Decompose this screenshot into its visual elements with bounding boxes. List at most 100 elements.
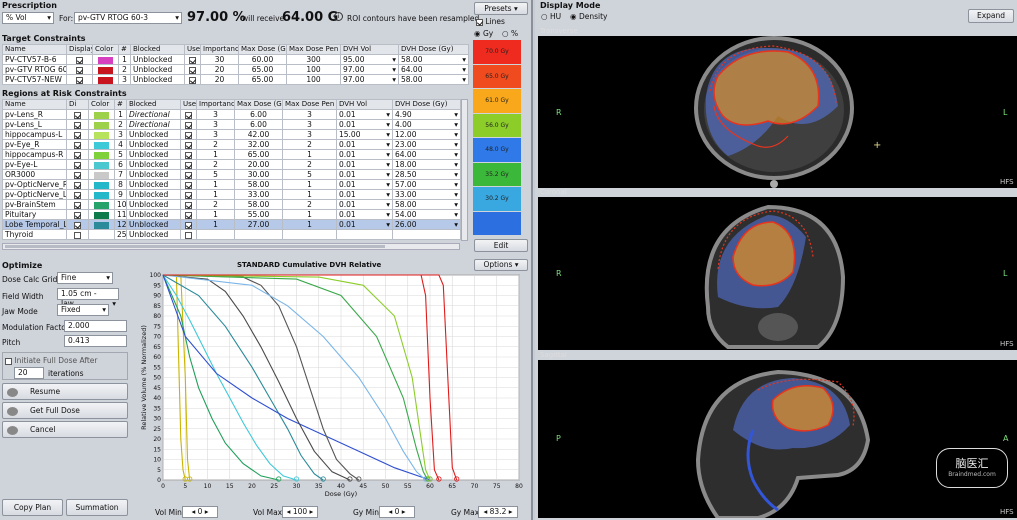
oar-use-toggle[interactable] — [180, 209, 197, 220]
isodose-level[interactable]: 35.2 Gy — [473, 162, 521, 186]
oar-dvh-vol-cell[interactable]: 0.01 ▾ — [336, 219, 393, 230]
oar-dvh-dose-cell[interactable]: 4.00 ▾ — [392, 119, 461, 130]
use-checkbox[interactable] — [185, 191, 192, 199]
oar-importance-cell[interactable]: 2 — [196, 159, 235, 170]
target-header-cell[interactable]: DVH Dose (Gy) — [398, 44, 469, 55]
target-max-pen-cell[interactable]: 100 — [286, 64, 341, 75]
oar-blocked-cell[interactable]: Unblocked — [126, 199, 181, 210]
oar-importance-cell[interactable]: 3 — [196, 119, 235, 130]
lines-checkbox[interactable]: Lines — [476, 17, 505, 26]
display-checkbox[interactable] — [76, 66, 83, 74]
oar-use-toggle[interactable] — [180, 139, 197, 150]
use-checkbox[interactable] — [185, 211, 192, 219]
use-checkbox[interactable] — [185, 171, 192, 179]
target-header-cell[interactable]: # — [118, 44, 131, 55]
oar-display-toggle[interactable] — [66, 139, 89, 150]
oar-dvh-vol-cell[interactable]: 0.01 ▾ — [336, 149, 393, 160]
oar-max-dose-cell[interactable]: 58.00 — [234, 199, 283, 210]
display-checkbox[interactable] — [74, 131, 81, 139]
oar-max-dose-cell[interactable]: 6.00 — [234, 119, 283, 130]
expand-button[interactable]: Expand — [968, 9, 1014, 23]
oar-dvh-dose-cell[interactable]: 4.90 ▾ — [392, 109, 461, 120]
use-checkbox[interactable] — [185, 111, 192, 119]
oar-display-toggle[interactable] — [66, 229, 89, 240]
vol-min-stepper[interactable]: ◂ 0 ▸ — [182, 506, 218, 518]
target-display-toggle[interactable] — [66, 54, 93, 65]
oar-header-cell[interactable]: Color — [88, 99, 115, 110]
oar-dvh-dose-cell[interactable]: 54.00 ▾ — [392, 209, 461, 220]
oar-importance-cell[interactable]: 3 — [196, 109, 235, 120]
oar-dvh-dose-cell[interactable]: 26.00 ▾ — [392, 219, 461, 230]
use-checkbox[interactable] — [185, 161, 192, 169]
target-header-cell[interactable]: Max Dose (Gy) — [238, 44, 287, 55]
oar-dvh-vol-cell[interactable]: 0.01 ▾ — [336, 139, 393, 150]
oar-blocked-cell[interactable]: Unblocked — [126, 219, 181, 230]
target-max-dose-cell[interactable]: 60.00 — [238, 54, 287, 65]
use-checkbox[interactable] — [189, 56, 196, 64]
use-checkbox[interactable] — [185, 231, 192, 239]
oar-display-toggle[interactable] — [66, 149, 89, 160]
oar-max-dose-cell[interactable]: 32.00 — [234, 139, 283, 150]
target-header-cell[interactable]: Blocked — [130, 44, 185, 55]
display-checkbox[interactable] — [74, 161, 81, 169]
target-dvh-vol-cell[interactable]: 95.00 ▾ — [340, 54, 399, 65]
oar-blocked-cell[interactable]: Unblocked — [126, 159, 181, 170]
oar-blocked-cell[interactable]: Unblocked — [126, 229, 181, 240]
oar-header-cell[interactable]: DVH Dose (Gy) — [392, 99, 461, 110]
oar-color-cell[interactable] — [88, 229, 115, 240]
oar-max-pen-cell[interactable]: 5 — [282, 169, 337, 180]
oar-header-cell[interactable]: Di — [66, 99, 89, 110]
display-checkbox[interactable] — [74, 171, 81, 179]
oar-color-cell[interactable] — [88, 189, 115, 200]
pitch-input[interactable]: 0.413 — [64, 335, 127, 347]
oar-dvh-dose-cell[interactable]: 12.00 ▾ — [392, 129, 461, 140]
target-use-toggle[interactable] — [184, 74, 201, 85]
oar-dvh-vol-cell[interactable]: 0.01 ▾ — [336, 189, 393, 200]
oar-max-dose-cell[interactable]: 20.00 — [234, 159, 283, 170]
oar-header-cell[interactable]: Blocked — [126, 99, 181, 110]
jaw-mode-select[interactable]: Fixed ▾ — [57, 304, 109, 316]
target-blocked-cell[interactable]: Unblocked — [130, 74, 185, 85]
oar-color-cell[interactable] — [88, 179, 115, 190]
oar-color-cell[interactable] — [88, 159, 115, 170]
copy-plan-button[interactable]: Copy Plan — [2, 499, 63, 516]
target-importance-cell[interactable]: 30 — [200, 54, 239, 65]
modulation-factor-input[interactable]: 2.000 — [64, 320, 127, 332]
oar-dvh-dose-cell[interactable]: 57.00 ▾ — [392, 179, 461, 190]
iterations-input[interactable]: 20 — [14, 367, 44, 379]
oar-use-toggle[interactable] — [180, 219, 197, 230]
target-blocked-cell[interactable]: Unblocked — [130, 54, 185, 65]
display-checkbox[interactable] — [74, 221, 81, 229]
target-display-toggle[interactable] — [66, 74, 93, 85]
display-checkbox[interactable] — [74, 211, 81, 219]
oar-importance-cell[interactable]: 1 — [196, 179, 235, 190]
oar-row[interactable]: pv-Lens_L 2 Directional 3 6.00 3 0.01 ▾ 4.00 ▾ — [2, 119, 461, 130]
oar-table-hscrollbar[interactable] — [2, 243, 460, 250]
oar-row[interactable]: Pituitary 11 Unblocked 1 55.00 1 0.01 ▾ 54.00 ▾ — [2, 209, 461, 220]
oar-color-cell[interactable] — [88, 109, 115, 120]
summation-button[interactable]: Summation — [66, 499, 128, 516]
cancel-button[interactable]: Cancel — [2, 421, 128, 438]
oar-display-toggle[interactable] — [66, 219, 89, 230]
oar-color-cell[interactable] — [88, 119, 115, 130]
oar-max-dose-cell[interactable] — [234, 229, 283, 240]
target-dvh-dose-cell[interactable]: 64.00 ▾ — [398, 64, 469, 75]
oar-max-dose-cell[interactable]: 30.00 — [234, 169, 283, 180]
oar-use-toggle[interactable] — [180, 229, 197, 240]
oar-max-pen-cell[interactable]: 3 — [282, 109, 337, 120]
oar-dvh-dose-cell[interactable] — [392, 229, 461, 240]
oar-header-cell[interactable]: Name — [2, 99, 67, 110]
isodose-level[interactable]: 48.0 Gy — [473, 138, 521, 162]
oar-max-dose-cell[interactable]: 58.00 — [234, 179, 283, 190]
oar-importance-cell[interactable]: 5 — [196, 169, 235, 180]
oar-importance-cell[interactable]: 2 — [196, 199, 235, 210]
use-checkbox[interactable] — [185, 131, 192, 139]
oar-dvh-vol-cell[interactable]: 0.01 ▾ — [336, 109, 393, 120]
oar-color-cell[interactable] — [88, 129, 115, 140]
gy-radio[interactable]: ◉ Gy — [474, 29, 493, 38]
oar-use-toggle[interactable] — [180, 119, 197, 130]
prescription-target-select[interactable]: pv-GTV RTOG 60-3 ▾ — [74, 12, 182, 24]
oar-use-toggle[interactable] — [180, 159, 197, 170]
display-checkbox[interactable] — [74, 181, 81, 189]
oar-row[interactable]: Thyroid 25 Unblocked — [2, 229, 461, 240]
